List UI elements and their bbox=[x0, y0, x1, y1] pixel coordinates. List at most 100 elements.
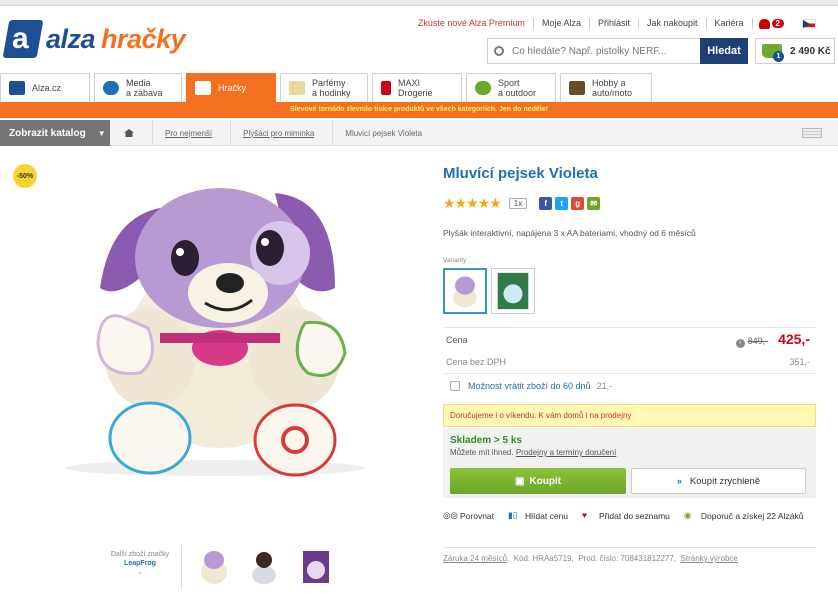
star-rating-icon: ★★★★★ bbox=[443, 195, 502, 211]
home-icon bbox=[124, 129, 134, 137]
breadcrumb-item[interactable]: Pro nejmenší bbox=[153, 120, 232, 146]
recommend-label: Doporuč a získej 22 Alzáků bbox=[700, 510, 804, 521]
bike-icon bbox=[475, 81, 491, 95]
drill-icon bbox=[569, 81, 585, 95]
buy-fast-button[interactable]: » Koupit zrychleně bbox=[631, 468, 806, 494]
recommend-button[interactable]: ◉ Doporuč a získej 22 Alzáků bbox=[684, 510, 804, 521]
nav-hobby[interactable]: Hobby a auto/moto bbox=[560, 73, 652, 102]
stock-status: Skladem > 5 ks bbox=[450, 435, 522, 446]
search-input[interactable] bbox=[512, 45, 692, 57]
rating: ★★★★★ 1x f t g ✉ bbox=[443, 195, 601, 212]
email-icon[interactable]: ✉ bbox=[587, 197, 601, 210]
brand-more[interactable]: Další zboží značky LeapFrog ⌄ bbox=[100, 550, 180, 577]
product-number: Prod. číslo: 708431812277, bbox=[578, 554, 677, 563]
how-to-buy-link[interactable]: Jak nakoupit bbox=[639, 18, 707, 29]
sale-badge: -50% bbox=[13, 164, 37, 188]
rating-count[interactable]: 1x bbox=[508, 198, 528, 209]
manufacturer-link[interactable]: Stránky výrobce bbox=[681, 554, 738, 563]
breadcrumb-bar: Zobrazit katalog ▼ Pro nejmenší Plyšáci p… bbox=[0, 120, 838, 146]
glasses-icon: ◎◎ bbox=[443, 510, 458, 520]
variant-violet[interactable] bbox=[443, 268, 487, 314]
premium-link[interactable]: Zkuste nové Alza Premium bbox=[410, 18, 534, 29]
catalog-button[interactable]: Zobrazit katalog ▼ bbox=[0, 120, 110, 146]
product-title: Mluvící pejsek Violeta bbox=[443, 165, 598, 182]
product-actions: ◎◎ Porovnat ▮▯ Hlídat cenu ♥ Přidat do sezn… bbox=[443, 510, 817, 521]
notifications-button[interactable]: 2 bbox=[758, 18, 784, 29]
return-option[interactable]: Možnost vrátit zboží do 60 dnů 21,- bbox=[443, 373, 816, 397]
variant-boxed[interactable] bbox=[491, 268, 535, 314]
weekend-delivery-notice: Doručujeme i o víkendu. K vám domů i na … bbox=[443, 404, 816, 427]
facebook-icon[interactable]: f bbox=[539, 197, 553, 210]
coin-icon: ◉ bbox=[683, 510, 692, 520]
nav-alza[interactable]: Alza.cz bbox=[0, 73, 90, 102]
compare-button[interactable]: ◎◎ Porovnat bbox=[443, 510, 494, 521]
product-code: Kód: HRAa5719, bbox=[513, 554, 574, 563]
career-link[interactable]: Kariéra bbox=[707, 18, 753, 29]
chart-icon: ▮▯ bbox=[508, 510, 518, 520]
stock-note: Můžete mít ihned. Prodejny a termíny dor… bbox=[450, 448, 616, 457]
print-icon[interactable] bbox=[802, 128, 822, 138]
basket-icon: 1 bbox=[762, 44, 784, 62]
nav-toys[interactable]: Hračky bbox=[186, 73, 276, 102]
nav-sport[interactable]: Sport a outdoor bbox=[466, 73, 556, 102]
old-price: 849,- bbox=[747, 336, 769, 346]
category-nav: Alza.cz Media a zábava Hračky Parfémy a … bbox=[0, 73, 656, 102]
breadcrumb-current: Mluvicí pejsek Violeta bbox=[345, 128, 423, 138]
stock-note-text: Můžete mít ihned. bbox=[450, 448, 514, 457]
brand-name: LeapFrog bbox=[124, 560, 156, 567]
promo-banner[interactable]: Slevové tornádo zlevnilo tisíce produktů… bbox=[0, 102, 838, 118]
nav-perfume[interactable]: Parfémy a hodinky bbox=[280, 73, 368, 102]
basket-button[interactable]: 1 2 490 Kč bbox=[755, 38, 835, 64]
top-links: Zkuste nové Alza Premium Moje Alza Přihl… bbox=[410, 18, 816, 29]
product-footer: Záruka 24 měsíců, Kód: HRAa5719, Prod. č… bbox=[443, 547, 816, 563]
twitter-icon[interactable]: t bbox=[555, 197, 569, 210]
search-button[interactable]: Hledat bbox=[700, 38, 748, 64]
thumbnail-3[interactable] bbox=[298, 548, 334, 586]
bottle-icon bbox=[381, 81, 391, 95]
warranty-link[interactable]: Záruka 24 měsíců bbox=[443, 554, 507, 563]
search-icon bbox=[494, 46, 504, 56]
breadcrumb-item[interactable]: Plyšáci pro miminka bbox=[231, 120, 334, 146]
czech-flag-icon[interactable] bbox=[802, 19, 816, 28]
return-price: 21,- bbox=[596, 380, 613, 391]
nav-label: Sport a outdoor bbox=[498, 78, 537, 98]
chevron-down-icon: ⌄ bbox=[137, 569, 143, 576]
watch-price-button[interactable]: ▮▯ Hlídat cenu bbox=[508, 510, 568, 521]
bell-icon bbox=[758, 18, 770, 29]
nav-media[interactable]: Media a zábava bbox=[94, 73, 182, 102]
nav-label: Media a zábava bbox=[126, 78, 163, 98]
return-label[interactable]: Možnost vrátit zboží do 60 dnů bbox=[468, 381, 591, 391]
logo-brand: alza bbox=[46, 23, 96, 54]
my-alza-link[interactable]: Moje Alza bbox=[534, 18, 590, 29]
wishlist-button[interactable]: ♥ Přidat do seznamu bbox=[582, 510, 670, 521]
search-box bbox=[487, 38, 700, 64]
wishlist-label: Přidat do seznamu bbox=[599, 510, 670, 521]
product-description: Plyšák interaktivní, napájena 3 x AA bat… bbox=[443, 228, 696, 238]
price-row: Cena i 849,- 425,- bbox=[443, 327, 816, 351]
logo-mark: a bbox=[2, 20, 44, 58]
compare-label: Porovnat bbox=[460, 510, 495, 521]
buy-label: Koupit bbox=[529, 475, 562, 487]
product-image[interactable] bbox=[40, 178, 390, 478]
buy-button[interactable]: ▣ Koupit bbox=[450, 468, 626, 494]
chevron-down-icon: ▼ bbox=[97, 128, 106, 138]
stock-box: Skladem > 5 ks Můžete mít ihned. Prodejn… bbox=[443, 428, 816, 498]
breadcrumb-home[interactable] bbox=[112, 120, 153, 146]
basket-total: 2 490 Kč bbox=[790, 45, 831, 57]
return-checkbox[interactable] bbox=[450, 380, 460, 391]
google-plus-icon[interactable]: g bbox=[571, 197, 585, 210]
current-price: 425,- bbox=[778, 331, 810, 347]
watch-label: Hlídat cenu bbox=[525, 510, 569, 521]
info-icon[interactable]: i bbox=[735, 339, 745, 348]
delivery-link[interactable]: Prodejny a termíny doručení bbox=[516, 448, 617, 457]
breadcrumb: Pro nejmenší Plyšáci pro miminka Mluvicí… bbox=[112, 120, 440, 146]
alza-logo[interactable]: a alza hračky bbox=[2, 20, 186, 58]
login-link[interactable]: Přihlásit bbox=[590, 18, 639, 29]
thumbnail-1[interactable] bbox=[196, 548, 232, 586]
nav-drugstore[interactable]: MAXI Drogerie bbox=[372, 73, 462, 102]
catalog-label: Zobrazit katalog bbox=[9, 127, 86, 139]
nav-label: Hobby a auto/moto bbox=[592, 78, 633, 98]
thumbnail-2[interactable] bbox=[246, 548, 282, 586]
price-novat-label: Cena bez DPH bbox=[446, 357, 507, 367]
price-label: Cena bbox=[446, 334, 468, 345]
